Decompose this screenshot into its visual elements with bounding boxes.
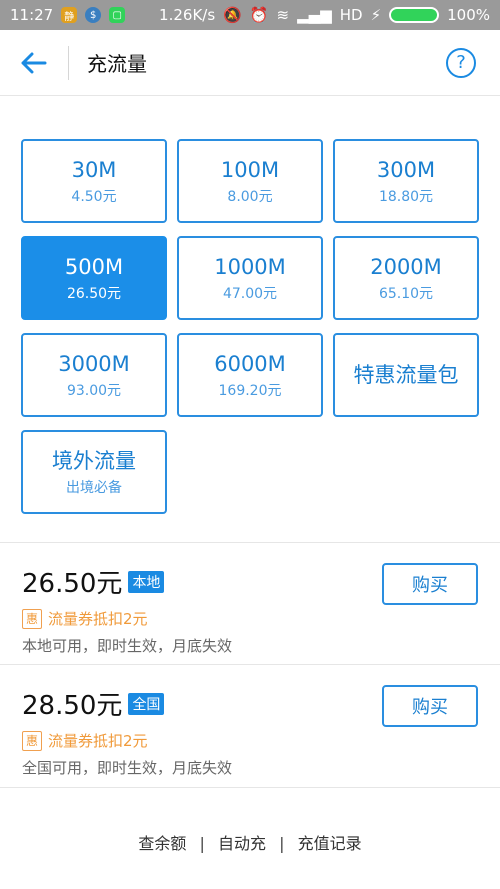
back-button[interactable] (0, 30, 68, 96)
wifi-icon: ≋ (276, 6, 290, 24)
plan-description: 本地可用，即时生效，月底失效 (22, 637, 233, 655)
package-price: 93.00元 (66, 383, 122, 399)
package-price: 26.50元 (66, 286, 122, 302)
package-price: 65.10元 (378, 286, 434, 302)
plan-local: 26.50元 本地 惠 流量券抵扣2元 本地可用，即时生效，月底失效 购买 (0, 543, 500, 663)
package-tile-special[interactable]: 特惠流量包 (333, 333, 479, 417)
package-size: 6000M (214, 352, 286, 376)
buy-button-national[interactable]: 购买 (382, 685, 478, 727)
coupon-row: 惠 流量券抵扣2元 (22, 730, 500, 751)
package-size: 500M (64, 255, 124, 279)
package-tile-1000m[interactable]: 1000M 47.00元 (177, 236, 323, 320)
question-icon: ? (456, 52, 466, 73)
buy-button-local[interactable]: 购买 (382, 563, 478, 605)
package-size: 30M (71, 158, 117, 182)
alarm-icon: ⏰ (249, 6, 269, 24)
footer-separator: | (279, 834, 285, 853)
battery-icon (389, 7, 440, 23)
status-time: 11:27 (10, 6, 54, 24)
package-tile-100m[interactable]: 100M 8.00元 (177, 139, 323, 223)
charging-icon: ⚡ (370, 6, 382, 24)
status-bar: 11:27 静 $ ▢ 1.26K/s 🔕 ⏰ ≋ ▂▄▆ HD ⚡ 100% (0, 0, 500, 30)
check-balance-link[interactable]: 查余额 (138, 834, 186, 853)
mute-icon: 🔕 (223, 6, 242, 24)
discount-icon: 惠 (22, 608, 42, 629)
coupon-text: 流量券抵扣2元 (48, 732, 148, 750)
plan-price: 28.50元 (22, 691, 123, 721)
network-speed: 1.26K/s (159, 6, 216, 24)
package-size: 300M (376, 158, 436, 182)
signal-icon: ▂▄▆ (297, 6, 332, 24)
package-size: 2000M (370, 255, 442, 279)
plan-price: 26.50元 (22, 569, 123, 599)
package-tile-3000m[interactable]: 3000M 93.00元 (21, 333, 167, 417)
plan-description: 全国可用，即时生效，月底失效 (22, 759, 233, 777)
package-size: 3000M (58, 352, 130, 376)
footer-links: 查余额 | 自动充 | 充值记录 (0, 830, 500, 854)
divider (0, 787, 500, 788)
header-divider (68, 45, 69, 80)
back-arrow-icon (21, 52, 47, 73)
package-tile-2000m[interactable]: 2000M 65.10元 (333, 236, 479, 320)
plan-scope-badge: 本地 (128, 570, 165, 593)
package-price: 8.00元 (227, 189, 273, 205)
app-notification-icon: 静 (61, 7, 78, 23)
package-price: 47.00元 (222, 286, 278, 302)
coupon-row: 惠 流量券抵扣2元 (22, 608, 500, 629)
discount-icon: 惠 (22, 730, 42, 751)
plan-scope-badge: 全国 (128, 692, 165, 715)
package-tile-30m[interactable]: 30M 4.50元 (21, 139, 167, 223)
package-size: 特惠流量包 (353, 363, 459, 387)
footer-separator: | (199, 834, 205, 853)
package-grid: 30M 4.50元 100M 8.00元 300M 18.80元 500M 26… (0, 118, 500, 542)
app-notification-icon-3: ▢ (109, 7, 126, 23)
recharge-history-link[interactable]: 充值记录 (298, 834, 362, 853)
page-title: 充流量 (87, 52, 147, 76)
package-tile-6000m[interactable]: 6000M 169.20元 (177, 333, 323, 417)
package-price: 出境必备 (66, 480, 122, 496)
package-price: 169.20元 (218, 383, 282, 399)
package-price: 18.80元 (378, 189, 434, 205)
header: 充流量 ? (0, 30, 500, 96)
auto-recharge-link[interactable]: 自动充 (218, 834, 266, 853)
battery-percent: 100% (447, 6, 490, 24)
package-tile-300m[interactable]: 300M 18.80元 (333, 139, 479, 223)
app-notification-icon-2: $ (85, 7, 102, 23)
package-size: 100M (220, 158, 280, 182)
help-button[interactable]: ? (446, 47, 476, 78)
package-tile-500m[interactable]: 500M 26.50元 (21, 236, 167, 320)
plan-national: 28.50元 全国 惠 流量券抵扣2元 全国可用，即时生效，月底失效 购买 (0, 665, 500, 785)
network-type: HD (339, 6, 363, 24)
coupon-text: 流量券抵扣2元 (48, 610, 148, 628)
package-size: 境外流量 (52, 449, 136, 473)
package-size: 1000M (214, 255, 286, 279)
package-price: 4.50元 (71, 189, 117, 205)
package-tile-overseas[interactable]: 境外流量 出境必备 (21, 430, 167, 514)
